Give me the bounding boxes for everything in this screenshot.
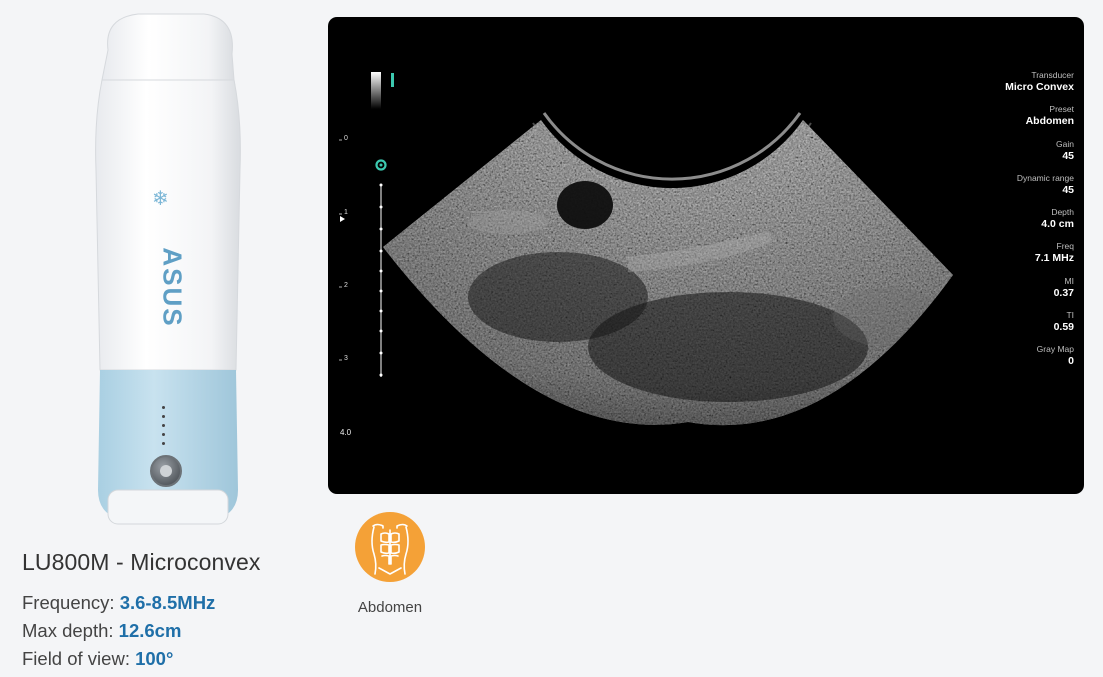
param-value: 7.1 MHz bbox=[1034, 252, 1074, 265]
param-value: 0 bbox=[1068, 355, 1074, 368]
ultrasound-viewer: 0 1 2 3 4.0 Transducer Micro Convex Pres… bbox=[328, 17, 1084, 494]
param-value: 0.59 bbox=[1053, 321, 1074, 334]
scan-parameters-panel: Transducer Micro Convex Preset Abdomen G… bbox=[954, 70, 1074, 379]
param-value: 45 bbox=[1062, 183, 1074, 196]
spec-value: 3.6-8.5MHz bbox=[119, 592, 216, 613]
depth-tick-1: 1 bbox=[344, 209, 348, 216]
param-gray-map: Gray Map 0 bbox=[954, 344, 1074, 378]
spec-field-of-view: Field of view: 100° bbox=[22, 648, 173, 670]
param-value: 4.0 cm bbox=[1041, 218, 1074, 231]
spec-label: Max depth: bbox=[22, 620, 114, 641]
power-button[interactable] bbox=[150, 455, 182, 487]
depth-max-label: 4.0 bbox=[340, 428, 352, 437]
spec-frequency: Frequency: 3.6-8.5MHz bbox=[22, 592, 215, 614]
depth-tick-2: 2 bbox=[344, 282, 348, 289]
param-label: MI bbox=[1064, 275, 1074, 286]
abdomen-icon[interactable] bbox=[355, 512, 425, 582]
depth-tick-0: 0 bbox=[344, 135, 348, 142]
param-label: Gain bbox=[1056, 138, 1074, 149]
param-label: Transducer bbox=[1031, 70, 1074, 80]
spec-label: Frequency: bbox=[22, 592, 115, 613]
param-value: 45 bbox=[1062, 149, 1074, 162]
param-label: Dynamic range bbox=[1016, 172, 1074, 183]
depth-tick-3: 3 bbox=[344, 355, 348, 362]
spec-max-depth: Max depth: 12.6cm bbox=[22, 620, 181, 642]
param-label: TI bbox=[1066, 310, 1074, 321]
param-depth: Depth 4.0 cm bbox=[954, 207, 1074, 241]
param-value: Micro Convex bbox=[1005, 81, 1074, 93]
param-mi: MI 0.37 bbox=[954, 276, 1074, 310]
product-title: LU800M - Microconvex bbox=[22, 549, 261, 575]
preset-abdomen[interactable]: Abdomen bbox=[347, 512, 433, 616]
param-label: Freq bbox=[1056, 241, 1074, 252]
spec-value: 12.6cm bbox=[118, 620, 182, 641]
param-value: 0.37 bbox=[1053, 286, 1074, 299]
param-label: Gray Map bbox=[1036, 344, 1074, 355]
param-dynamic-range: Dynamic range 45 bbox=[954, 173, 1074, 207]
param-transducer: Transducer Micro Convex bbox=[954, 70, 1074, 104]
param-gain: Gain 45 bbox=[954, 139, 1074, 173]
snowflake-icon: ❄ bbox=[152, 186, 169, 210]
param-value: Abdomen bbox=[1025, 115, 1074, 128]
param-ti: TI 0.59 bbox=[954, 310, 1074, 344]
battery-indicator-dots bbox=[162, 406, 166, 445]
preset-label[interactable]: Abdomen bbox=[347, 599, 433, 616]
spec-value: 100° bbox=[135, 648, 174, 669]
spec-label: Field of view: bbox=[22, 648, 130, 669]
param-label: Preset bbox=[1049, 104, 1074, 115]
param-preset: Preset Abdomen bbox=[954, 104, 1074, 138]
param-label: Depth bbox=[1051, 207, 1074, 218]
param-freq: Freq 7.1 MHz bbox=[954, 241, 1074, 275]
probe-brand-logo: ASUS bbox=[157, 247, 188, 328]
